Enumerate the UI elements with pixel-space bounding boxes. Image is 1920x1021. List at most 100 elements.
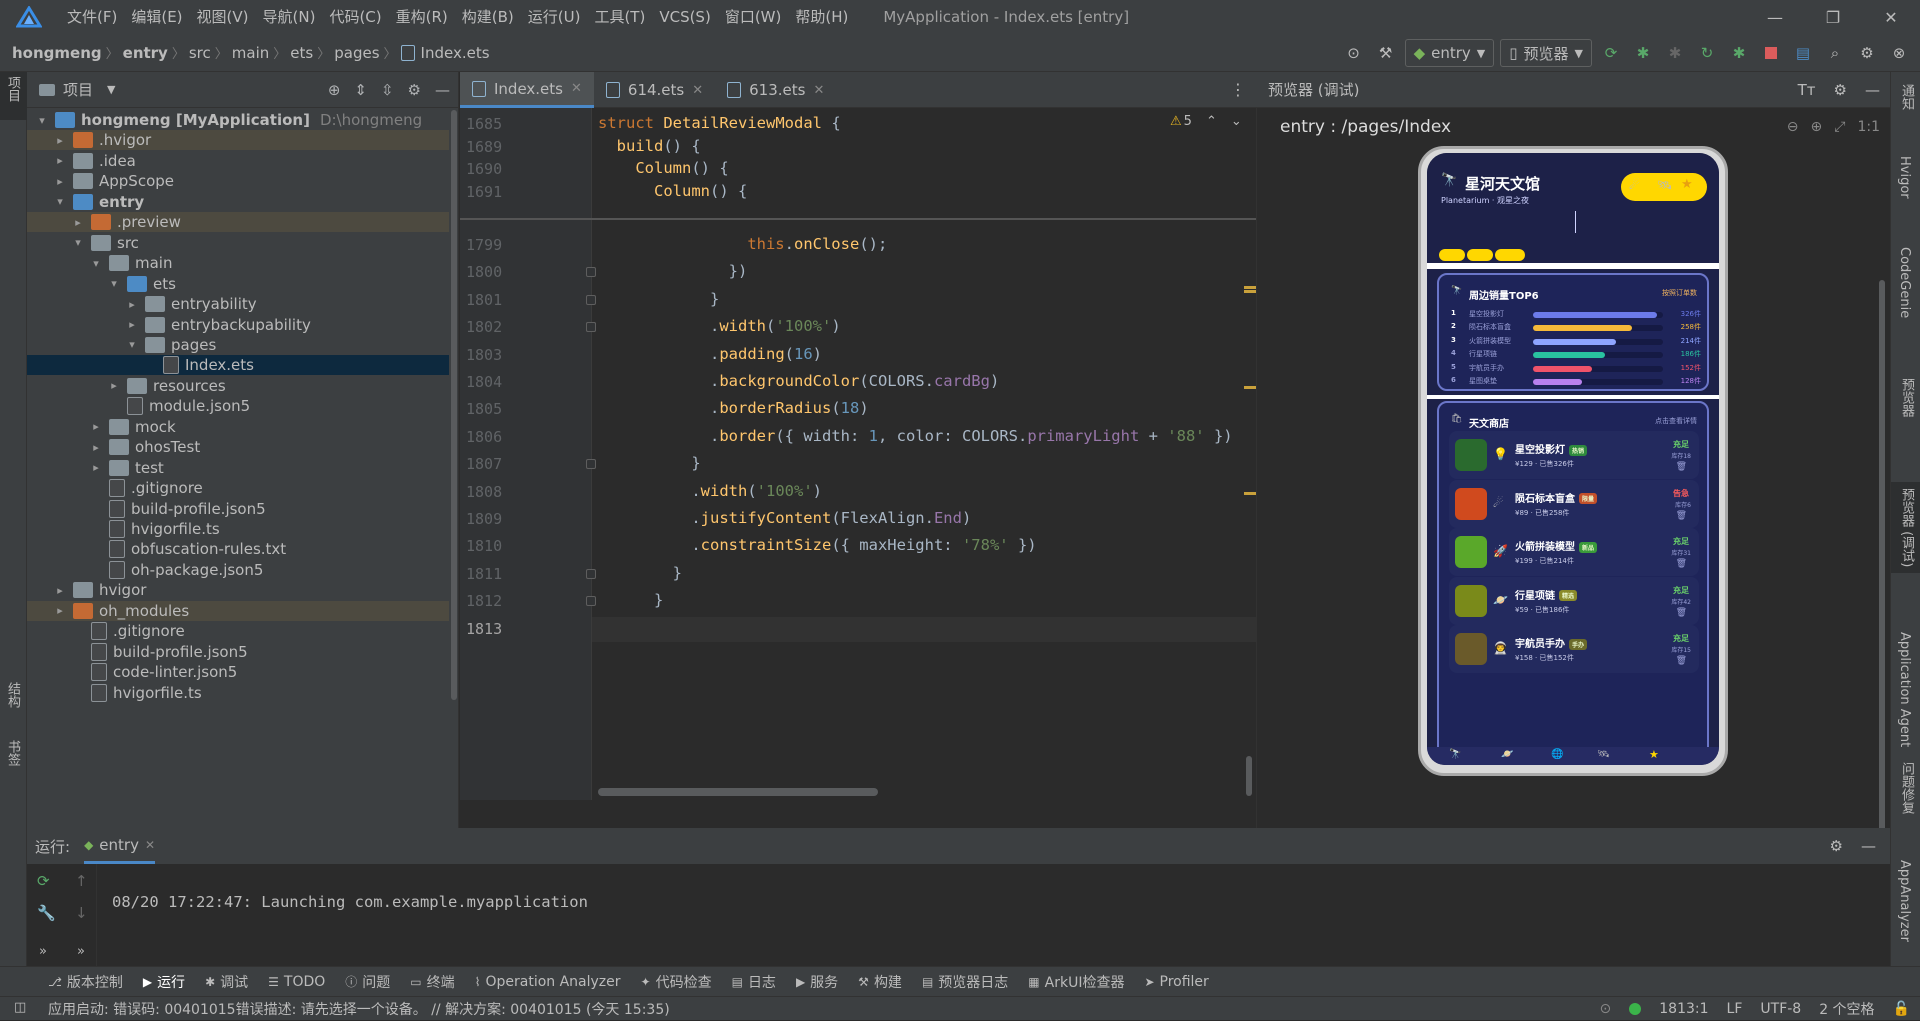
fold-marker-icon[interactable] <box>586 459 596 470</box>
menu-item[interactable]: 工具(T) <box>587 0 652 34</box>
phone-preview[interactable]: 🔭 星河天文馆 Planetarium · 观星之夜 ☄ 🛰 ★ 🔭 周边销量T… <box>1418 146 1728 776</box>
chevron-down-icon[interactable]: ⌄ <box>1231 114 1242 129</box>
hvigor-tool-tab[interactable]: Hvigor <box>1897 156 1912 199</box>
telescope-icon[interactable]: 🔭 <box>1449 749 1461 760</box>
code-inspection-tab[interactable]: ✦ 代码检查 <box>631 972 722 992</box>
rank-row[interactable]: 1 星空投影灯 326件 <box>1451 309 1701 321</box>
tree-item[interactable]: ▾ main <box>27 253 449 273</box>
menu-item[interactable]: 编辑(E) <box>124 0 189 34</box>
caret-position[interactable]: 1813:1 <box>1659 1001 1708 1017</box>
header-action-button[interactable]: ☄ 🛰 ★ <box>1621 173 1707 201</box>
project-tool-tab[interactable]: 项目 <box>3 76 22 102</box>
tree-item[interactable]: ▸ .idea <box>27 151 449 171</box>
code-line[interactable]: this.onClose(); <box>598 235 887 253</box>
hide-icon[interactable]: — <box>1861 837 1876 855</box>
chevron-down-icon[interactable]: ▾ <box>89 257 103 270</box>
rerun-icon[interactable]: ⟳ <box>1598 40 1624 66</box>
tree-item[interactable]: oh-package.json5 <box>27 560 449 580</box>
tab-pill[interactable] <box>1439 249 1465 261</box>
rank-row[interactable]: 3 火箭拼装模型 214件 <box>1451 336 1701 348</box>
expand-all-icon[interactable]: ⇕ <box>354 81 367 99</box>
appanalyzer-tool-tab[interactable]: AppAnalyzer <box>1897 860 1912 942</box>
tree-item[interactable]: ▸ entrybackupability <box>27 315 449 335</box>
phone-screen[interactable]: 🔭 星河天文馆 Planetarium · 观星之夜 ☄ 🛰 ★ 🔭 周边销量T… <box>1427 153 1719 765</box>
wrench-icon[interactable]: 🔧 <box>37 904 56 922</box>
status-ok-icon[interactable] <box>1629 1003 1642 1015</box>
tree-item[interactable]: ▸ resources <box>27 376 449 396</box>
chevron-right-icon[interactable]: ▸ <box>107 379 121 392</box>
lock-icon[interactable]: 🔓 <box>1893 1001 1910 1017</box>
tree-item[interactable]: hvigorfile.ts <box>27 519 449 539</box>
fold-marker-icon[interactable] <box>586 322 596 333</box>
chevron-down-icon[interactable]: ▾ <box>35 114 49 127</box>
editor-horizontal-scrollbar[interactable] <box>598 788 878 796</box>
structure-tool-tab[interactable]: 结构 <box>3 682 22 708</box>
hammer-icon[interactable]: ⚒ <box>1373 40 1399 66</box>
rank-row[interactable]: 6 星图桌垫 128件 <box>1451 376 1701 388</box>
log-tab[interactable]: ▤ 日志 <box>722 972 786 992</box>
tab-pill[interactable] <box>1467 249 1493 261</box>
fit-screen-icon[interactable]: ⤢ <box>1834 119 1845 135</box>
trash-icon[interactable]: 🗑 <box>1676 511 1687 521</box>
close-icon[interactable]: ✕ <box>571 81 582 96</box>
text-format-icon[interactable]: Tт <box>1798 81 1816 99</box>
minimize-icon[interactable]: — <box>1746 0 1804 34</box>
tree-item[interactable]: ▸ .hvigor <box>27 130 449 151</box>
problems-tab[interactable]: ⓘ 问题 <box>335 972 400 992</box>
tree-item[interactable]: .gitignore <box>27 621 449 641</box>
tree-item[interactable]: ▾ ets <box>27 274 449 294</box>
shop-item[interactable]: 👨‍🚀 宇航员手办 手办 ¥158 · 已售152件 充足 库存15 🗑 <box>1449 625 1699 673</box>
status-message[interactable]: 应用启动: 错误码: 00401015错误描述: 请先选择一个设备。 // 解决… <box>48 999 670 1019</box>
code-line[interactable]: Column() { <box>598 159 728 177</box>
menu-item[interactable]: 窗口(W) <box>718 0 789 34</box>
problem-fix-tool-tab[interactable]: 问题修复 <box>1897 762 1916 814</box>
chevron-right-icon[interactable]: ▸ <box>53 154 67 167</box>
code-line[interactable]: } <box>598 454 700 472</box>
globe-icon[interactable]: 🌐 <box>1551 749 1563 760</box>
code-line[interactable]: .justifyContent(FlexAlign.End) <box>598 509 971 527</box>
tree-item[interactable]: ▸ .preview <box>27 212 449 233</box>
gear-icon[interactable]: ⚙ <box>408 81 421 99</box>
hide-icon[interactable]: — <box>435 81 450 99</box>
application-agent-tool-tab[interactable]: Application Agent <box>1897 632 1912 747</box>
tree-item[interactable]: build-profile.json5 <box>27 642 449 662</box>
chevron-down-icon[interactable]: ▾ <box>107 277 121 290</box>
project-panel-title[interactable]: 项目 <box>63 79 93 100</box>
tree-item[interactable]: ▸ test <box>27 458 449 478</box>
menu-item[interactable]: 导航(N) <box>256 0 323 34</box>
tree-item[interactable]: ▸ mock <box>27 417 449 437</box>
bookmarks-tool-tab[interactable]: 书签 <box>3 740 22 766</box>
operation-analyzer-tab[interactable]: ⌇ Operation Analyzer <box>465 974 631 990</box>
notification-tool-tab[interactable]: 通知 <box>1897 84 1916 110</box>
sync-icon[interactable]: ⊙ <box>1600 1001 1612 1017</box>
breadcrumb-item[interactable]: Index.ets <box>421 44 490 62</box>
tree-item[interactable]: ▾ entry <box>27 192 449 212</box>
breadcrumb-item[interactable]: src <box>189 44 211 62</box>
run-tab[interactable]: ▶ 运行 <box>133 972 195 992</box>
reload-icon[interactable]: ↻ <box>1694 40 1720 66</box>
device-select[interactable]: ▯ 预览器 ▼ <box>1500 39 1592 67</box>
chevron-down-icon[interactable]: ▾ <box>53 195 67 208</box>
tree-item[interactable]: ▸ ohosTest <box>27 437 449 457</box>
collapse-all-icon[interactable]: ⇳ <box>381 81 394 99</box>
settings-gear-icon[interactable]: ⚙ <box>1854 40 1880 66</box>
chevron-right-icon[interactable]: ▸ <box>89 441 103 454</box>
zoom-in-icon[interactable]: ⊕ <box>1811 119 1823 135</box>
chevron-down-icon[interactable]: ▾ <box>125 338 139 351</box>
code-line[interactable]: } <box>598 591 663 609</box>
trash-icon[interactable]: 🗑 <box>1676 656 1687 666</box>
codegenie-tool-tab[interactable]: CodeGenie <box>1897 247 1912 318</box>
harmony-logo-icon[interactable]: ⊗ <box>1886 40 1912 66</box>
project-scrollbar[interactable] <box>451 110 457 700</box>
previewer-debug-tool-tab[interactable]: 预览器 (调试) <box>1891 482 1920 574</box>
run-tab-entry[interactable]: ◆ entry ✕ <box>84 828 156 864</box>
shop-item[interactable]: 💡 星空投影灯 热销 ¥129 · 已售326件 充足 库存18 🗑 <box>1449 431 1699 479</box>
menu-item[interactable]: 视图(V) <box>190 0 256 34</box>
rank-row[interactable]: 2 陨石标本盲盒 258件 <box>1451 322 1701 334</box>
close-icon[interactable]: ✕ <box>692 83 703 98</box>
tree-item[interactable]: build-profile.json5 <box>27 499 449 519</box>
previewer-tool-tab[interactable]: 预览器 <box>1897 378 1916 417</box>
profile-bug-icon[interactable]: ✱ <box>1726 40 1752 66</box>
one-to-one-icon[interactable]: 1:1 <box>1857 119 1880 135</box>
tree-item[interactable]: module.json5 <box>27 396 449 416</box>
